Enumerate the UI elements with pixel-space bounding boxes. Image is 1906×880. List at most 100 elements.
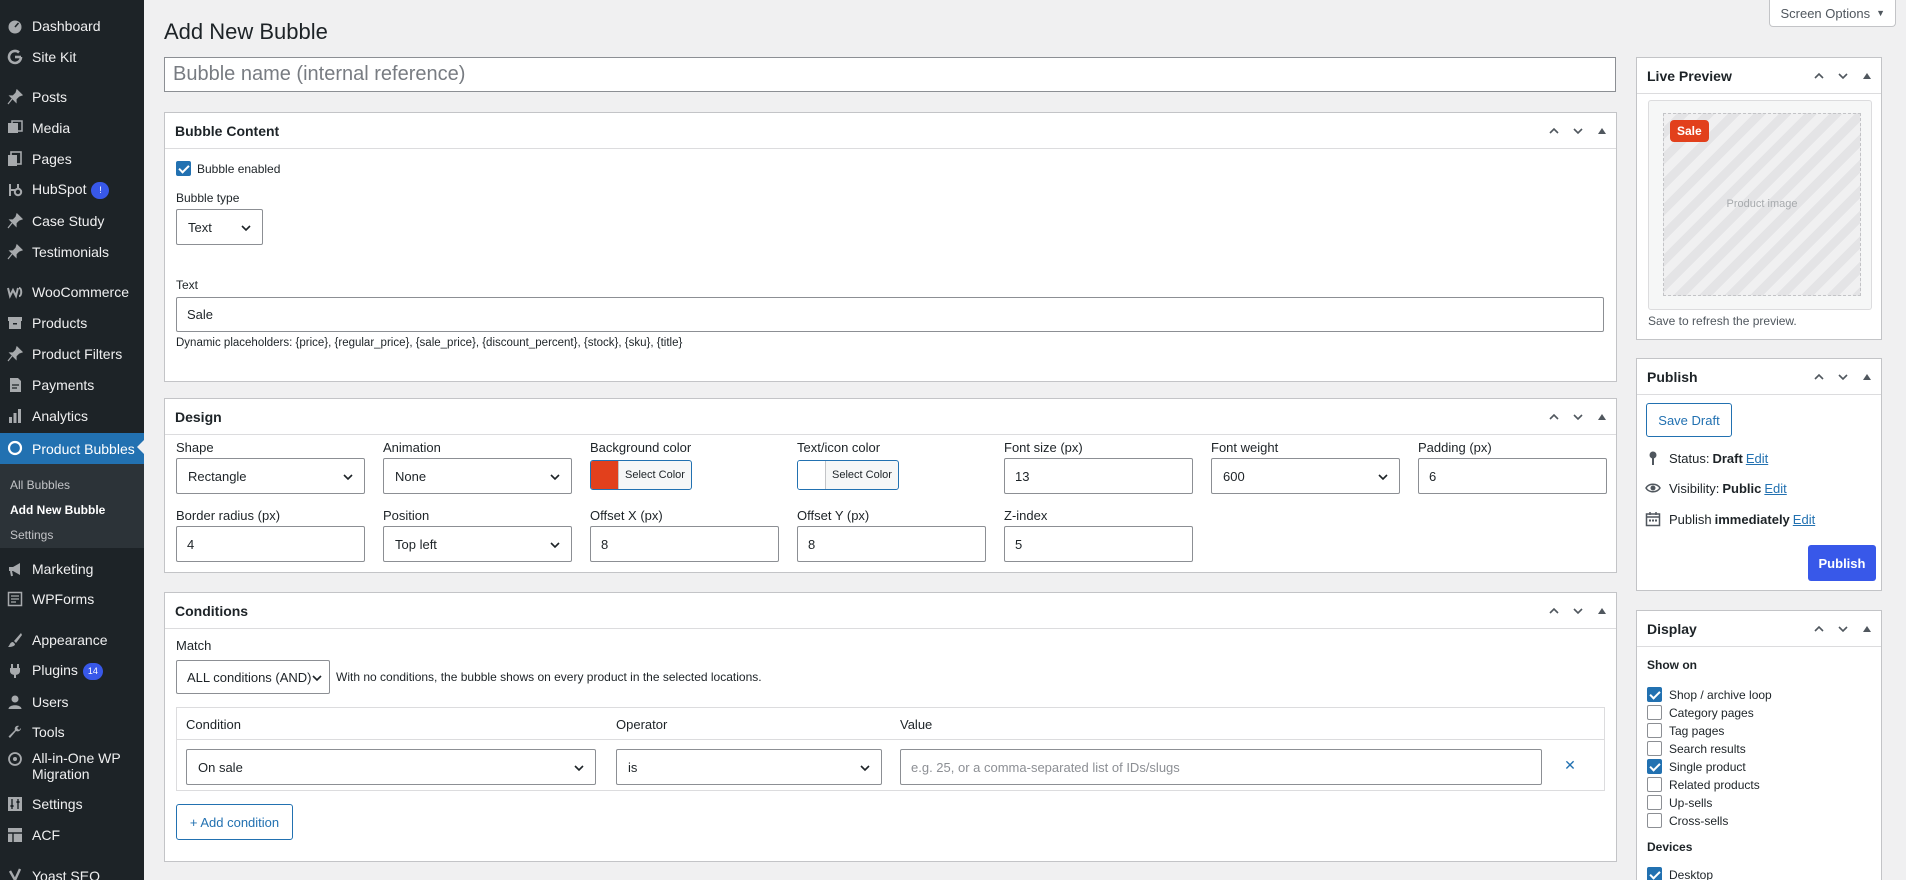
move-down-icon[interactable] [1570, 603, 1586, 619]
text-color-picker[interactable]: Select Color [797, 460, 899, 490]
bubble-type-select[interactable]: Text [176, 209, 263, 245]
menu-item-productfilters[interactable]: Product Filters [0, 340, 144, 368]
move-down-icon[interactable] [1835, 621, 1851, 637]
condition-value: On sale [198, 759, 243, 775]
pushpin-icon [7, 213, 23, 229]
font-size-input[interactable] [1004, 458, 1193, 494]
show-on-option[interactable]: Search results [1647, 741, 1746, 756]
z-index-input[interactable] [1004, 526, 1193, 562]
move-down-icon[interactable] [1835, 68, 1851, 84]
checkbox[interactable] [1647, 741, 1662, 756]
menu-item-productbubbles[interactable]: Product Bubbles [0, 433, 144, 464]
offset-y-input[interactable] [797, 526, 986, 562]
move-up-icon[interactable] [1811, 621, 1827, 637]
operator-select[interactable]: is [616, 749, 882, 785]
menu-item-acf[interactable]: ACF [0, 821, 144, 849]
menu-item-users[interactable]: Users [0, 688, 144, 716]
submenu-all-bubbles[interactable]: All Bubbles [10, 478, 70, 492]
publish-time-label: Publish [1669, 511, 1712, 527]
menu-item-appearance[interactable]: Appearance [0, 626, 144, 654]
shape-select[interactable]: Rectangle [176, 458, 365, 494]
add-condition-button[interactable]: + Add condition [176, 804, 293, 840]
device-option[interactable]: Desktop [1647, 867, 1713, 880]
menu-item-dashboard[interactable]: Dashboard [0, 12, 144, 40]
screen-options-button[interactable]: Screen Options ▼ [1769, 0, 1896, 27]
collapse-toggle-icon[interactable] [1859, 621, 1875, 637]
menu-item-analytics[interactable]: Analytics [0, 402, 144, 430]
admin-menu: Dashboard Site Kit Posts Media Pages Hub… [0, 0, 144, 880]
condition-value-input[interactable] [900, 749, 1542, 785]
menu-item-marketing[interactable]: Marketing [0, 555, 144, 583]
menu-item-plugins[interactable]: Plugins 14 [0, 657, 144, 685]
menu-item-woocommerce[interactable]: WooCommerce [0, 278, 144, 306]
menu-item-testimonials[interactable]: Testimonials [0, 238, 144, 266]
show-on-option[interactable]: Tag pages [1647, 723, 1724, 738]
move-up-icon[interactable] [1546, 409, 1562, 425]
menu-item-posts[interactable]: Posts [0, 83, 144, 111]
menu-item-casestudy[interactable]: Case Study [0, 207, 144, 235]
box-controls [1811, 611, 1875, 647]
save-draft-button[interactable]: Save Draft [1646, 403, 1732, 437]
show-on-option[interactable]: Cross-sells [1647, 813, 1728, 828]
menu-item-payments[interactable]: Payments [0, 371, 144, 399]
offset-x-input[interactable] [590, 526, 779, 562]
menu-item-tools[interactable]: Tools [0, 718, 144, 746]
remove-condition-icon[interactable]: ✕ [1560, 757, 1580, 777]
menu-item-wpforms[interactable]: WPForms [0, 585, 144, 613]
font-weight-label: Font weight [1211, 440, 1279, 455]
bubble-circle-icon [7, 440, 23, 456]
publish-time-row: Publish immediately Edit [1645, 511, 1815, 527]
menu-item-settings[interactable]: Settings [0, 790, 144, 818]
menu-item-media[interactable]: Media [0, 114, 144, 142]
submenu-add-new-bubble[interactable]: Add New Bubble [10, 503, 105, 517]
move-up-icon[interactable] [1811, 369, 1827, 385]
show-on-option[interactable]: Shop / archive loop [1647, 687, 1772, 702]
collapse-toggle-icon[interactable] [1594, 123, 1610, 139]
move-down-icon[interactable] [1570, 123, 1586, 139]
move-up-icon[interactable] [1546, 603, 1562, 619]
checkbox[interactable] [1647, 867, 1662, 880]
show-on-option[interactable]: Up-sells [1647, 795, 1712, 810]
submenu-settings[interactable]: Settings [10, 528, 53, 542]
publish-button[interactable]: Publish [1808, 545, 1876, 581]
collapse-toggle-icon[interactable] [1594, 603, 1610, 619]
edit-publish-time-link[interactable]: Edit [1793, 512, 1815, 527]
menu-item-pages[interactable]: Pages [0, 145, 144, 173]
show-on-option[interactable]: Single product [1647, 759, 1746, 774]
condition-select[interactable]: On sale [186, 749, 596, 785]
menu-item-sitekit[interactable]: Site Kit [0, 43, 144, 71]
checkbox[interactable] [1647, 795, 1662, 810]
checkbox[interactable] [1647, 759, 1662, 774]
match-select[interactable]: ALL conditions (AND) [176, 660, 330, 694]
checkbox[interactable] [1647, 705, 1662, 720]
move-down-icon[interactable] [1570, 409, 1586, 425]
checkbox[interactable] [1647, 687, 1662, 702]
menu-item-migration[interactable]: All-in-One WP Migration [0, 748, 144, 784]
position-select[interactable]: Top left [383, 526, 572, 562]
padding-input[interactable] [1418, 458, 1607, 494]
checkbox[interactable] [1647, 723, 1662, 738]
checkbox[interactable] [1647, 777, 1662, 792]
bubble-text-input[interactable] [176, 297, 1604, 332]
edit-status-link[interactable]: Edit [1746, 451, 1768, 466]
border-radius-input[interactable] [176, 526, 365, 562]
checkbox[interactable] [1647, 813, 1662, 828]
show-on-option[interactable]: Category pages [1647, 705, 1754, 720]
font-weight-select[interactable]: 600 [1211, 458, 1400, 494]
collapse-toggle-icon[interactable] [1594, 409, 1610, 425]
menu-item-yoast[interactable]: Yoast SEO [0, 862, 144, 880]
animation-select[interactable]: None [383, 458, 572, 494]
edit-visibility-link[interactable]: Edit [1764, 481, 1786, 496]
bubble-name-input[interactable] [164, 57, 1616, 92]
move-up-icon[interactable] [1811, 68, 1827, 84]
bubble-enabled-checkbox[interactable] [176, 161, 191, 176]
move-up-icon[interactable] [1546, 123, 1562, 139]
menu-item-hubspot[interactable]: HubSpot! [0, 176, 144, 204]
show-on-option[interactable]: Related products [1647, 777, 1760, 792]
select-color-label: Select Color [625, 469, 685, 481]
menu-item-products[interactable]: Products [0, 309, 144, 337]
collapse-toggle-icon[interactable] [1859, 68, 1875, 84]
move-down-icon[interactable] [1835, 369, 1851, 385]
collapse-toggle-icon[interactable] [1859, 369, 1875, 385]
background-color-picker[interactable]: Select Color [590, 460, 692, 490]
